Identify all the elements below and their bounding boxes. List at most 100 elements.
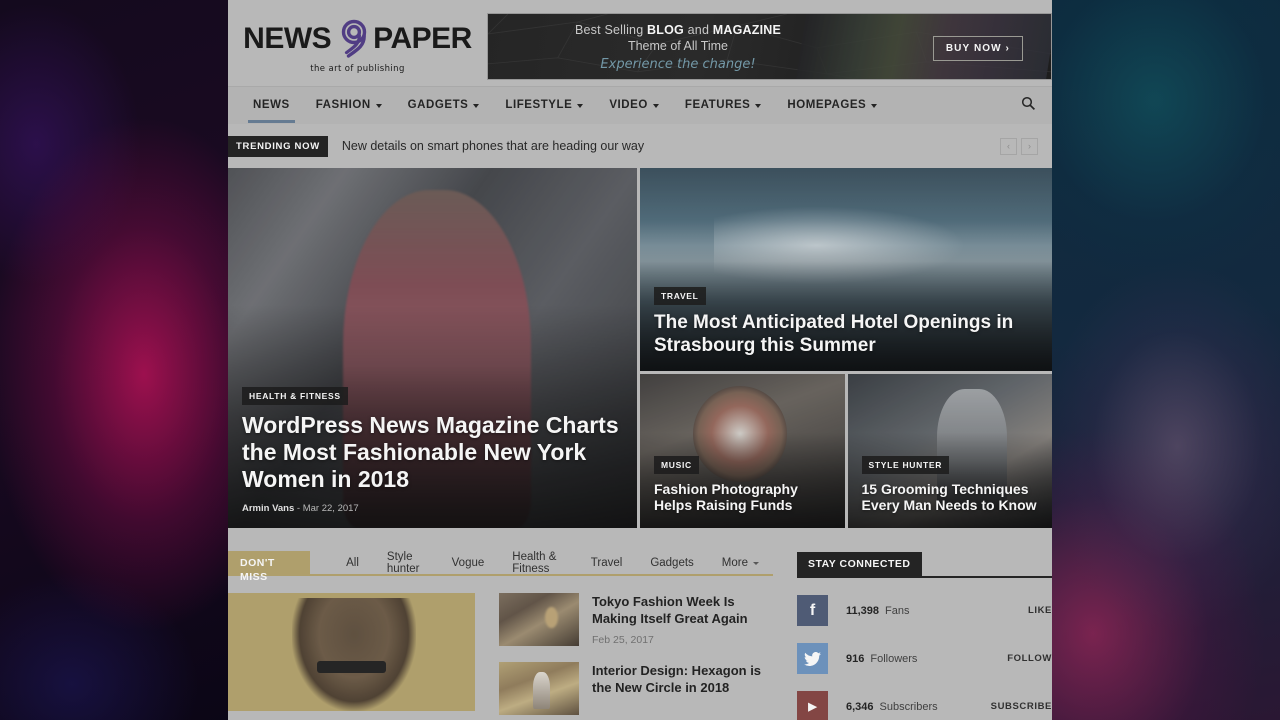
logo-wordmark: NEWS PAPER: [243, 19, 472, 59]
hero-travel-title[interactable]: The Most Anticipated Hotel Openings in S…: [654, 312, 1038, 357]
hero-main-category[interactable]: HEALTH & FITNESS: [242, 386, 348, 405]
tab-label: Travel: [590, 557, 623, 569]
nav-label: LIFESTYLE: [505, 99, 573, 111]
hero-small-title-style[interactable]: 15 Grooming Techniques Every Man Needs t…: [862, 481, 1039, 514]
banner-line-3: Experience the change!: [600, 56, 756, 72]
hero-right-column: TRAVEL The Most Anticipated Hotel Openin…: [640, 168, 1052, 528]
stay-connected-header: STAY CONNECTED: [797, 552, 1052, 578]
hero-main-card[interactable]: HEALTH & FITNESS WordPress News Magazine…: [228, 168, 637, 528]
dont-miss-feature-card[interactable]: [228, 593, 475, 711]
dont-miss-badge: DON'T MISS: [228, 551, 311, 583]
banner-copy: Best Selling BLOG and MAGAZINE Theme of …: [488, 14, 868, 72]
backdrop-right-gradient: [1052, 0, 1280, 720]
site-header: NEWS PAPER the art of publishing Best Se…: [228, 0, 1052, 86]
list-item-title[interactable]: Interior Design: Hexagon is the New Circ…: [592, 662, 773, 696]
list-item-date: Feb 25, 2017: [592, 634, 654, 647]
hero-grid: HEALTH & FITNESS WordPress News Magazine…: [228, 168, 1052, 528]
social-row-facebook[interactable]: f 11,398 Fans LIKE: [797, 595, 1052, 626]
nav-item-features[interactable]: FEATURES: [672, 88, 775, 123]
dont-miss-body: Tokyo Fashion Week Is Making Itself Grea…: [228, 593, 773, 720]
hero-small-body-music: MUSIC Fashion Photography Helps Raising …: [640, 455, 845, 528]
nav-item-gadgets[interactable]: GADGETS: [395, 88, 493, 123]
social-row-twitter[interactable]: 916 Followers FOLLOW: [797, 643, 1052, 674]
list-item[interactable]: Tokyo Fashion Week Is Making Itself Grea…: [499, 593, 773, 646]
twitter-label: Followers: [870, 652, 918, 665]
hero-main-date: Mar 22, 2017: [302, 503, 359, 514]
hero-small-card-music[interactable]: MUSIC Fashion Photography Helps Raising …: [640, 374, 845, 528]
youtube-label: Subscribers: [879, 700, 938, 713]
logo-nine-icon: [335, 19, 369, 59]
social-row-youtube[interactable]: ▶ 6,346 Subscribers SUBSCRIBE: [797, 691, 1052, 720]
facebook-label: Fans: [885, 604, 910, 617]
list-item[interactable]: Interior Design: Hexagon is the New Circ…: [499, 662, 773, 716]
tab-label: More: [721, 557, 748, 569]
hero-travel-card[interactable]: TRAVEL The Most Anticipated Hotel Openin…: [640, 168, 1052, 371]
nav-label: NEWS: [253, 99, 290, 111]
meta-separator: -: [294, 503, 303, 514]
promo-banner[interactable]: Best Selling BLOG and MAGAZINE Theme of …: [487, 12, 1052, 80]
search-icon[interactable]: [1021, 96, 1036, 116]
twitter-icon[interactable]: [797, 643, 828, 674]
icon-glyph: f: [809, 601, 816, 619]
hero-small-card-style[interactable]: STYLE HUNTER 15 Grooming Techniques Ever…: [847, 374, 1052, 528]
trending-headline[interactable]: New details on smart phones that are hea…: [342, 139, 644, 153]
facebook-count: 11,398: [846, 604, 880, 617]
dont-miss-tab-gadgets[interactable]: Gadgets: [636, 557, 707, 569]
nav-label: FEATURES: [684, 99, 751, 111]
nav-item-homepages[interactable]: HOMEPAGES: [774, 88, 890, 123]
main-navigation: NEWS FASHION GADGETS LIFESTYLE VIDEO FEA…: [228, 86, 1052, 124]
hero-small-category-style[interactable]: STYLE HUNTER: [861, 455, 950, 474]
hero-main-title[interactable]: WordPress News Magazine Charts the Most …: [242, 412, 623, 493]
nav-label: FASHION: [315, 99, 371, 111]
hero-small-row: MUSIC Fashion Photography Helps Raising …: [640, 374, 1052, 528]
logo-tagline: the art of publishing: [310, 63, 405, 74]
nav-item-video[interactable]: VIDEO: [596, 88, 672, 123]
hero-small-category-music[interactable]: MUSIC: [654, 455, 699, 474]
hero-main-author[interactable]: Armin Vans: [242, 503, 294, 514]
youtube-icon[interactable]: ▶: [797, 691, 828, 720]
banner-line-1: Best Selling BLOG and MAGAZINE: [574, 22, 782, 37]
thumbnail-image: [499, 593, 579, 646]
nav-item-lifestyle[interactable]: LIFESTYLE: [492, 88, 596, 123]
nav-item-fashion[interactable]: FASHION: [303, 88, 395, 123]
facebook-icon[interactable]: f: [797, 595, 828, 626]
stay-connected-rule: [922, 552, 1053, 576]
banner-line-2: Theme of All Time: [627, 38, 729, 53]
nav-item-news[interactable]: NEWS: [240, 88, 303, 123]
list-item-thumbnail: [499, 593, 579, 646]
facebook-like-button[interactable]: LIKE: [1028, 605, 1052, 616]
list-item-thumbnail: [499, 662, 579, 716]
youtube-subscribe-button[interactable]: SUBSCRIBE: [991, 701, 1052, 712]
stay-connected-title: STAY CONNECTED: [797, 552, 922, 576]
twitter-follow-button[interactable]: FOLLOW: [1007, 653, 1052, 664]
dont-miss-tab-all[interactable]: All: [332, 557, 373, 569]
tab-label: Style hunter: [386, 551, 420, 575]
icon-glyph: ▶: [808, 701, 817, 713]
chevron-down-icon: [755, 103, 762, 108]
tab-label: Health & Fitness: [512, 551, 557, 575]
logo-text-news: NEWS: [243, 21, 332, 55]
chevron-down-icon: [871, 103, 878, 108]
site-logo[interactable]: NEWS PAPER the art of publishing: [228, 19, 487, 74]
dont-miss-tab-style-hunter[interactable]: Style hunter: [373, 551, 438, 575]
trending-next-button[interactable]: ›: [1021, 137, 1038, 155]
hero-travel-category[interactable]: TRAVEL: [654, 287, 706, 306]
trending-prev-button[interactable]: ‹: [1000, 137, 1017, 155]
list-item-title[interactable]: Tokyo Fashion Week Is Making Itself Grea…: [592, 593, 773, 627]
buy-now-button[interactable]: BUY NOW ›: [932, 35, 1023, 61]
thumbnail-image: [499, 662, 579, 716]
dont-miss-tab-health-fitness[interactable]: Health & Fitness: [498, 551, 577, 575]
hero-small-title-music[interactable]: Fashion Photography Helps Raising Funds: [654, 481, 831, 514]
chevron-down-icon: [577, 103, 584, 108]
chevron-down-icon: [473, 103, 480, 108]
trending-bar: TRENDING NOW New details on smart phones…: [228, 124, 1052, 168]
youtube-count: 6,346: [846, 700, 874, 713]
dont-miss-feature-image: [228, 593, 475, 711]
nav-label: GADGETS: [407, 99, 469, 111]
dont-miss-tab-travel[interactable]: Travel: [577, 557, 637, 569]
dont-miss-tab-more[interactable]: More: [708, 557, 773, 569]
list-item-text: Tokyo Fashion Week Is Making Itself Grea…: [592, 593, 773, 646]
chevron-down-icon: [652, 103, 659, 108]
dont-miss-tab-vogue[interactable]: Vogue: [438, 557, 499, 569]
nav-label: HOMEPAGES: [787, 99, 867, 111]
